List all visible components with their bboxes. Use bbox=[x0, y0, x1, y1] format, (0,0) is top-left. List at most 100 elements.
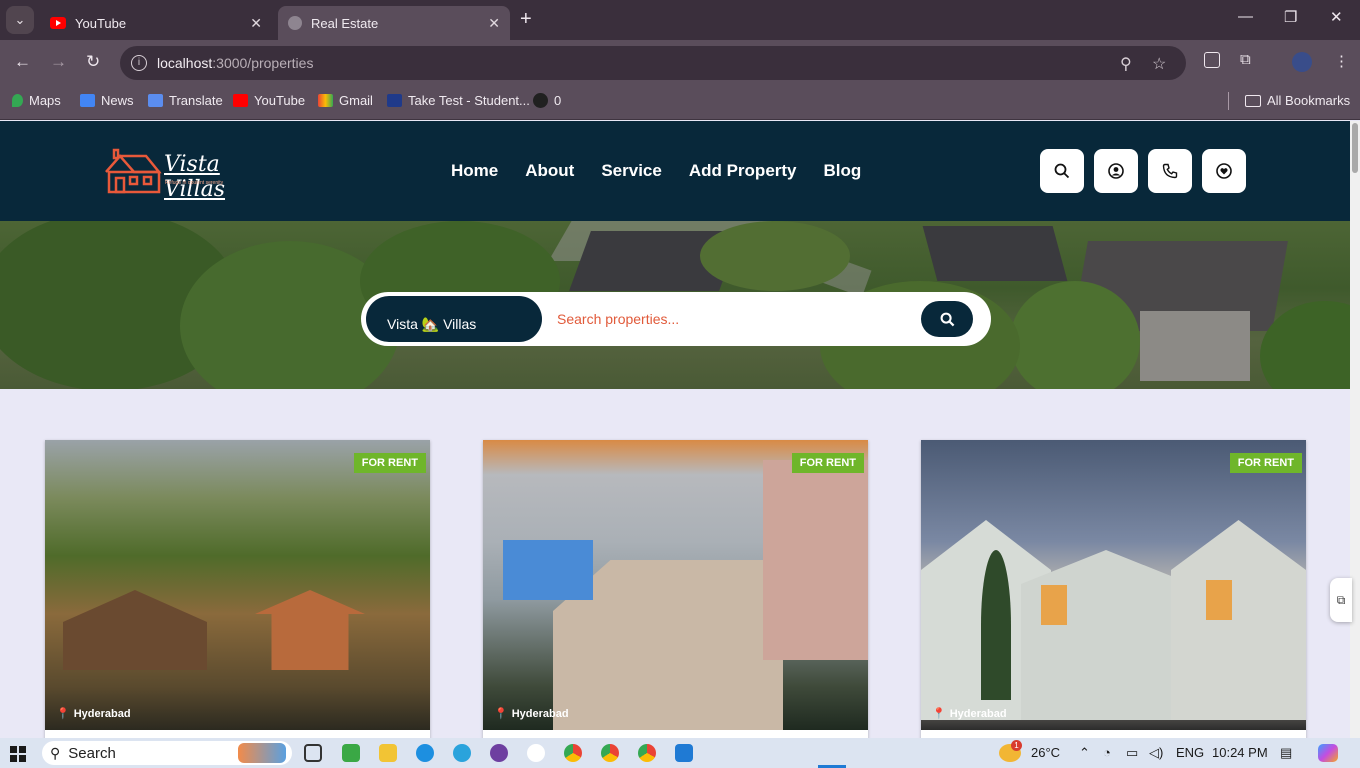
property-image bbox=[921, 440, 1306, 730]
site-info-icon[interactable]: i bbox=[131, 55, 147, 71]
side-extension-widget[interactable]: ⧉ bbox=[1330, 578, 1352, 622]
clock[interactable]: 10:24 PM bbox=[1212, 745, 1268, 760]
notifications-icon[interactable]: ▤ bbox=[1280, 745, 1292, 761]
taskbar-search[interactable]: ⚲ Search bbox=[42, 741, 292, 765]
location-pin-icon: 📍 bbox=[932, 708, 946, 720]
browser-menu-icon[interactable]: ⋮ bbox=[1334, 52, 1349, 70]
forward-button[interactable]: → bbox=[50, 52, 67, 72]
browser-tabstrip: ⌄ YouTube ✕ Real Estate ✕ + — ❐ ✕ bbox=[0, 0, 1360, 40]
search-icon bbox=[940, 312, 954, 326]
bookmark-star-icon[interactable]: ☆ bbox=[1152, 54, 1166, 74]
bookmark-take-test[interactable]: Take Test - Student... bbox=[387, 93, 530, 108]
take-test-icon bbox=[387, 94, 402, 107]
app-icon[interactable] bbox=[490, 744, 508, 762]
youtube-icon bbox=[233, 94, 248, 107]
property-image bbox=[483, 440, 868, 730]
all-bookmarks-folder[interactable]: All Bookmarks bbox=[1245, 93, 1350, 108]
weather-badge: 1 bbox=[1011, 740, 1022, 751]
header-account-button[interactable] bbox=[1094, 149, 1138, 193]
folder-icon bbox=[1245, 94, 1261, 107]
property-card[interactable]: FOR RENT 📍 Hyderabad bbox=[45, 440, 430, 740]
globe-favicon-icon bbox=[288, 16, 302, 30]
copilot-icon[interactable] bbox=[1318, 744, 1338, 762]
search-submit-button[interactable] bbox=[921, 301, 973, 337]
chrome-icon[interactable] bbox=[638, 744, 656, 762]
property-card[interactable]: FOR RENT 📍 Hyderabad bbox=[921, 440, 1306, 740]
site-logo[interactable]: Vista Villas Refuge in opulent serenity bbox=[104, 148, 264, 202]
tab-close-icon[interactable]: ✕ bbox=[488, 15, 500, 32]
listing-type-badge: FOR RENT bbox=[353, 453, 426, 473]
maps-icon bbox=[12, 94, 23, 107]
bookmark-news[interactable]: News bbox=[80, 93, 134, 108]
property-image bbox=[45, 440, 430, 730]
file-explorer-icon[interactable] bbox=[379, 744, 397, 762]
hero-house-roof bbox=[922, 226, 1068, 281]
language-indicator[interactable]: ENG bbox=[1176, 745, 1204, 760]
minimize-window-button[interactable]: — bbox=[1238, 8, 1253, 25]
nav-about[interactable]: About bbox=[525, 161, 574, 181]
bookmark-maps[interactable]: Maps bbox=[12, 93, 61, 108]
chrome-icon[interactable] bbox=[564, 744, 582, 762]
hero-tree bbox=[700, 221, 850, 291]
windows-taskbar: ⚲ Search 1 26°C ⌃ ◔ ▭ ◁) ENG 10:24 PM ▤ bbox=[0, 738, 1360, 768]
windows-start-icon[interactable] bbox=[10, 746, 26, 762]
reload-button[interactable]: ↻ bbox=[86, 52, 100, 72]
extension-icon[interactable] bbox=[1204, 52, 1220, 68]
browser-toolbar: ← → ↻ i localhost:3000/properties ⚲ ☆ ⧉ … bbox=[0, 40, 1360, 86]
search-icon bbox=[1054, 163, 1070, 179]
property-location: 📍 Hyderabad bbox=[494, 707, 569, 721]
new-tab-button[interactable]: + bbox=[520, 8, 532, 31]
volume-icon[interactable]: ◁) bbox=[1149, 745, 1163, 761]
nav-blog[interactable]: Blog bbox=[824, 161, 862, 181]
app-icon[interactable] bbox=[527, 744, 545, 762]
nav-add-property[interactable]: Add Property bbox=[689, 161, 797, 181]
extension-icon: ⧉ bbox=[1336, 592, 1346, 607]
gmail-icon bbox=[318, 94, 333, 107]
browser-tab-real-estate[interactable]: Real Estate ✕ bbox=[278, 6, 510, 40]
scrollbar-thumb[interactable] bbox=[1352, 123, 1358, 173]
browser-tab-youtube[interactable]: YouTube ✕ bbox=[40, 6, 272, 40]
gazebo-shape bbox=[255, 590, 365, 670]
telegram-icon[interactable] bbox=[453, 744, 471, 762]
villa-shape bbox=[1171, 520, 1306, 720]
main-nav: Home About Service Add Property Blog bbox=[451, 161, 861, 181]
node-app-icon[interactable] bbox=[342, 744, 360, 762]
tab-close-icon[interactable]: ✕ bbox=[250, 15, 262, 32]
bookmark-separator bbox=[1228, 92, 1229, 110]
chevron-up-icon[interactable]: ⌃ bbox=[1079, 745, 1090, 761]
nav-home[interactable]: Home bbox=[451, 161, 498, 181]
profile-avatar[interactable] bbox=[1292, 52, 1312, 72]
zoom-icon[interactable]: ⚲ bbox=[1120, 54, 1132, 74]
palm-tree bbox=[981, 550, 1011, 700]
chrome-icon[interactable] bbox=[601, 744, 619, 762]
bookmark-gmail[interactable]: Gmail bbox=[318, 93, 373, 108]
weather-temp[interactable]: 26°C bbox=[1031, 745, 1060, 760]
extensions-puzzle-icon[interactable]: ⧉ bbox=[1240, 51, 1251, 68]
tab-title: Real Estate bbox=[311, 15, 379, 31]
search-properties-input[interactable]: Search properties... bbox=[557, 311, 679, 327]
vscode-icon[interactable] bbox=[675, 744, 693, 762]
page-scrollbar[interactable] bbox=[1350, 121, 1360, 738]
header-phone-button[interactable] bbox=[1148, 149, 1192, 193]
wifi-icon[interactable]: ◔ bbox=[1103, 745, 1111, 760]
property-card[interactable]: FOR RENT 📍 Hyderabad bbox=[483, 440, 868, 740]
edge-icon[interactable] bbox=[416, 744, 434, 762]
bookmark-github[interactable]: 0 bbox=[533, 93, 561, 108]
site-header: Vista Villas Refuge in opulent serenity … bbox=[0, 121, 1350, 221]
nav-service[interactable]: Service bbox=[601, 161, 662, 181]
close-window-button[interactable]: ✕ bbox=[1330, 8, 1343, 26]
bookmark-translate[interactable]: Translate bbox=[148, 93, 223, 108]
tab-search-menu-button[interactable]: ⌄ bbox=[6, 6, 34, 34]
back-button[interactable]: ← bbox=[14, 52, 31, 72]
task-view-icon[interactable] bbox=[304, 744, 322, 762]
header-search-button[interactable] bbox=[1040, 149, 1084, 193]
tab-title: YouTube bbox=[75, 15, 127, 31]
restore-window-button[interactable]: ❐ bbox=[1284, 8, 1297, 26]
search-icon: ⚲ bbox=[50, 744, 61, 761]
address-bar[interactable]: i localhost:3000/properties ⚲ ☆ bbox=[120, 46, 1186, 80]
location-pin-icon: 📍 bbox=[56, 708, 70, 720]
bookmark-youtube[interactable]: YouTube bbox=[233, 93, 305, 108]
youtube-favicon-icon bbox=[50, 17, 66, 29]
battery-icon[interactable]: ▭ bbox=[1126, 745, 1138, 761]
header-favorites-button[interactable] bbox=[1202, 149, 1246, 193]
